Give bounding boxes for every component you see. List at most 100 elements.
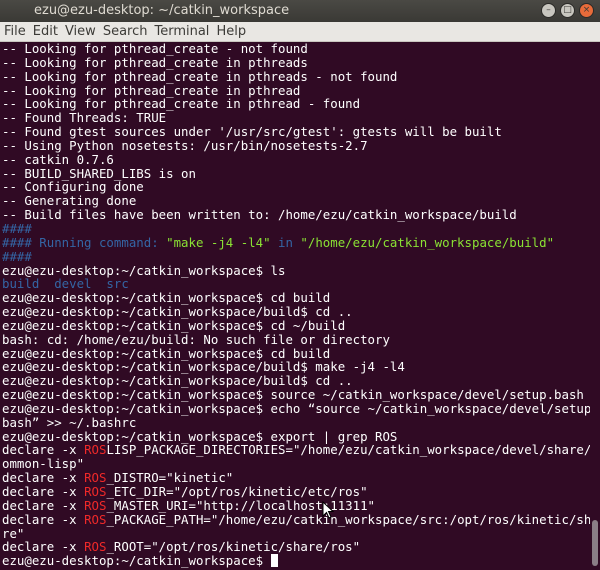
terminal-line: -- Looking for pthread_create - not foun…: [2, 42, 590, 56]
terminal-line: -- Looking for pthread_create in pthread…: [2, 68, 590, 84]
terminal-line: declare -x ROS_ROOT="/opt/ros/kinetic/sh…: [2, 540, 590, 554]
terminal-text: -- Looking for pthread_create in pthread…: [2, 54, 308, 70]
terminal-text: -- Looking for pthread_create in pthread: [2, 82, 301, 98]
terminal-text: in: [270, 234, 301, 250]
window-title: ezu@ezu-desktop: ~/catkin_workspace: [34, 3, 290, 18]
terminal-line: declare -x ROS_DISTRO="kinetic": [2, 471, 590, 485]
terminal-text: -- Generating done: [2, 193, 137, 209]
terminal-text: ezu@ezu-desktop:~/catkin_workspace$ cd b…: [2, 290, 331, 306]
terminal-line: build devel src: [2, 277, 590, 291]
terminal-line: -- Configuring done: [2, 180, 590, 194]
menu-view[interactable]: View: [61, 24, 99, 39]
mouse-pointer-icon: [322, 501, 334, 519]
terminal-line: ezu@ezu-desktop:~/catkin_workspace/build…: [2, 374, 590, 388]
scrollbar-thumb[interactable]: [592, 520, 598, 566]
terminal-text: ezu@ezu-desktop:~/catkin_workspace$ cd ~…: [2, 317, 346, 333]
terminal-line: declare -x ROS_ETC_DIR="/opt/ros/kinetic…: [2, 485, 590, 499]
terminal-line: -- catkin 0.7.6: [2, 151, 590, 167]
terminal-text: _ETC_DIR="/opt/ros/kinetic/etc/ros": [106, 484, 368, 499]
terminal-line: declare -x ROS_MASTER_URI="http://localh…: [2, 497, 590, 513]
terminal-line: -- Looking for pthread_create in pthread: [2, 82, 590, 98]
terminal-line: re": [2, 525, 590, 541]
menu-search[interactable]: Search: [99, 24, 151, 39]
menu-file[interactable]: File: [0, 24, 29, 39]
terminal-text: _PACKAGE_PATH="/home/ezu/catkin_workspac…: [106, 511, 590, 527]
terminal-text: "/home/ezu/catkin_workspace/build": [300, 234, 555, 250]
terminal-text: -- Using Python nosetests: /usr/bin/nose…: [2, 137, 368, 153]
terminal-line: ezu@ezu-desktop:~/catkin_workspace/build…: [2, 305, 590, 319]
terminal-line: ezu@ezu-desktop:~/catkin_workspace$ cd b…: [2, 291, 590, 305]
terminal-text: -- Looking for pthread_create in pthread…: [2, 96, 361, 112]
terminal-prompt-line[interactable]: ezu@ezu-desktop:~/catkin_workspace$: [2, 554, 590, 568]
terminal-text: bash: cd: /home/ezu/build: No such file …: [2, 331, 390, 347]
terminal-line: ####: [2, 249, 590, 264]
terminal-output[interactable]: -- Looking for pthread_create - not foun…: [0, 42, 590, 570]
terminal-text: declare -x: [2, 484, 85, 499]
terminal-line: -- Build files have been written to: /ho…: [2, 208, 590, 222]
scrollbar[interactable]: [590, 42, 600, 570]
terminal-text: _DISTRO="kinetic": [106, 470, 234, 486]
terminal-text: build devel src: [2, 276, 129, 292]
terminal-text: -- Looking for pthread_create in pthread…: [2, 68, 398, 84]
terminal-line: -- Generating done: [2, 194, 590, 208]
shell-prompt: ezu@ezu-desktop:~/catkin_workspace$: [2, 553, 271, 569]
terminal-text: ezu@ezu-desktop:~/catkin_workspace/build…: [2, 373, 353, 389]
terminal-text: ROS: [84, 511, 107, 527]
close-icon[interactable]: ×: [579, 3, 594, 18]
terminal-text: ROS: [84, 484, 107, 499]
terminal-text: declare -x: [2, 511, 85, 527]
terminal-text: ezu@ezu-desktop:~/catkin_workspace/build…: [2, 304, 353, 320]
terminal-line: #### Running command: "make -j4 -l4" in …: [2, 234, 590, 250]
terminal-line: -- Using Python nosetests: /usr/bin/nose…: [2, 137, 590, 153]
terminal-line: declare -x ROS_PACKAGE_PATH="/home/ezu/c…: [2, 511, 590, 527]
terminal-text: ezu@ezu-desktop:~/catkin_workspace$ expo…: [2, 428, 398, 444]
terminal-line: bash” >> ~/.bashrc: [2, 414, 590, 430]
terminal-text: ezu@ezu-desktop:~/catkin_workspace/build…: [2, 359, 405, 375]
terminal-line: ####: [2, 222, 590, 236]
terminal-text: ezu@ezu-desktop:~/catkin_workspace$ cd b…: [2, 345, 331, 361]
terminal-text: ezu@ezu-desktop:~/catkin_workspace$ sour…: [2, 387, 584, 403]
terminal-line: -- Looking for pthread_create in pthread…: [2, 54, 590, 70]
terminal-line: ezu@ezu-desktop:~/catkin_workspace$ cd b…: [2, 345, 590, 361]
terminal-text: bash” >> ~/.bashrc: [2, 414, 137, 430]
terminal-text: "make -j4 -l4": [166, 234, 271, 250]
terminal-line: ezu@ezu-desktop:~/catkin_workspace$ cd ~…: [2, 317, 590, 333]
terminal-text: ezu@ezu-desktop:~/catkin_workspace$ ls: [2, 262, 286, 278]
terminal-text: declare -x: [2, 442, 85, 458]
maximize-icon[interactable]: □: [560, 3, 575, 18]
terminal-line: -- Found Threads: TRUE: [2, 111, 590, 125]
terminal-text: declare -x: [2, 497, 85, 513]
menu-edit[interactable]: Edit: [29, 24, 61, 39]
terminal-text: ROS: [84, 497, 107, 513]
terminal-text: ROS: [84, 442, 107, 458]
terminal-text: -- Found Threads: TRUE: [2, 110, 167, 126]
terminal-text: declare -x: [2, 539, 85, 555]
window-controls: – □ ×: [541, 3, 594, 18]
terminal-line: bash: cd: /home/ezu/build: No such file …: [2, 331, 590, 347]
terminal-line: ommon-lisp": [2, 457, 590, 471]
terminal-text: ROS: [84, 470, 107, 486]
terminal-text: -- Configuring done: [2, 179, 144, 195]
minimize-icon[interactable]: –: [541, 3, 556, 18]
menu-bar: File Edit View Search Terminal Help: [0, 22, 600, 42]
terminal-line: -- BUILD_SHARED_LIBS is on: [2, 166, 590, 181]
terminal-text: -- Build files have been written to: /ho…: [2, 207, 517, 223]
terminal-text: ####: [2, 220, 32, 236]
terminal-text: _MASTER_URI="http://localhost:11311": [106, 497, 376, 513]
menu-terminal[interactable]: Terminal: [150, 24, 212, 39]
terminal-line: ezu@ezu-desktop:~/catkin_workspace$ echo…: [2, 402, 590, 416]
terminal-line: -- Looking for pthread_create in pthread…: [2, 97, 590, 111]
title-bar[interactable]: ezu@ezu-desktop: ~/catkin_workspace – □ …: [0, 0, 600, 22]
terminal-line: ezu@ezu-desktop:~/catkin_workspace$ ls: [2, 262, 590, 278]
terminal-text: -- catkin 0.7.6: [2, 151, 114, 167]
terminal-text: re": [2, 525, 25, 541]
terminal-window: ezu@ezu-desktop: ~/catkin_workspace – □ …: [0, 0, 600, 570]
terminal-line: ezu@ezu-desktop:~/catkin_workspace$ expo…: [2, 428, 590, 444]
terminal-line: ezu@ezu-desktop:~/catkin_workspace/build…: [2, 360, 590, 374]
text-cursor: [270, 554, 278, 568]
terminal-line: -- Found gtest sources under '/usr/src/g…: [2, 125, 590, 139]
terminal-text: LISP_PACKAGE_DIRECTORIES="/home/ezu/catk…: [106, 442, 590, 458]
terminal-text: #### Running command:: [2, 234, 167, 250]
menu-help[interactable]: Help: [212, 24, 249, 39]
terminal-text: -- Found gtest sources under '/usr/src/g…: [2, 124, 502, 140]
